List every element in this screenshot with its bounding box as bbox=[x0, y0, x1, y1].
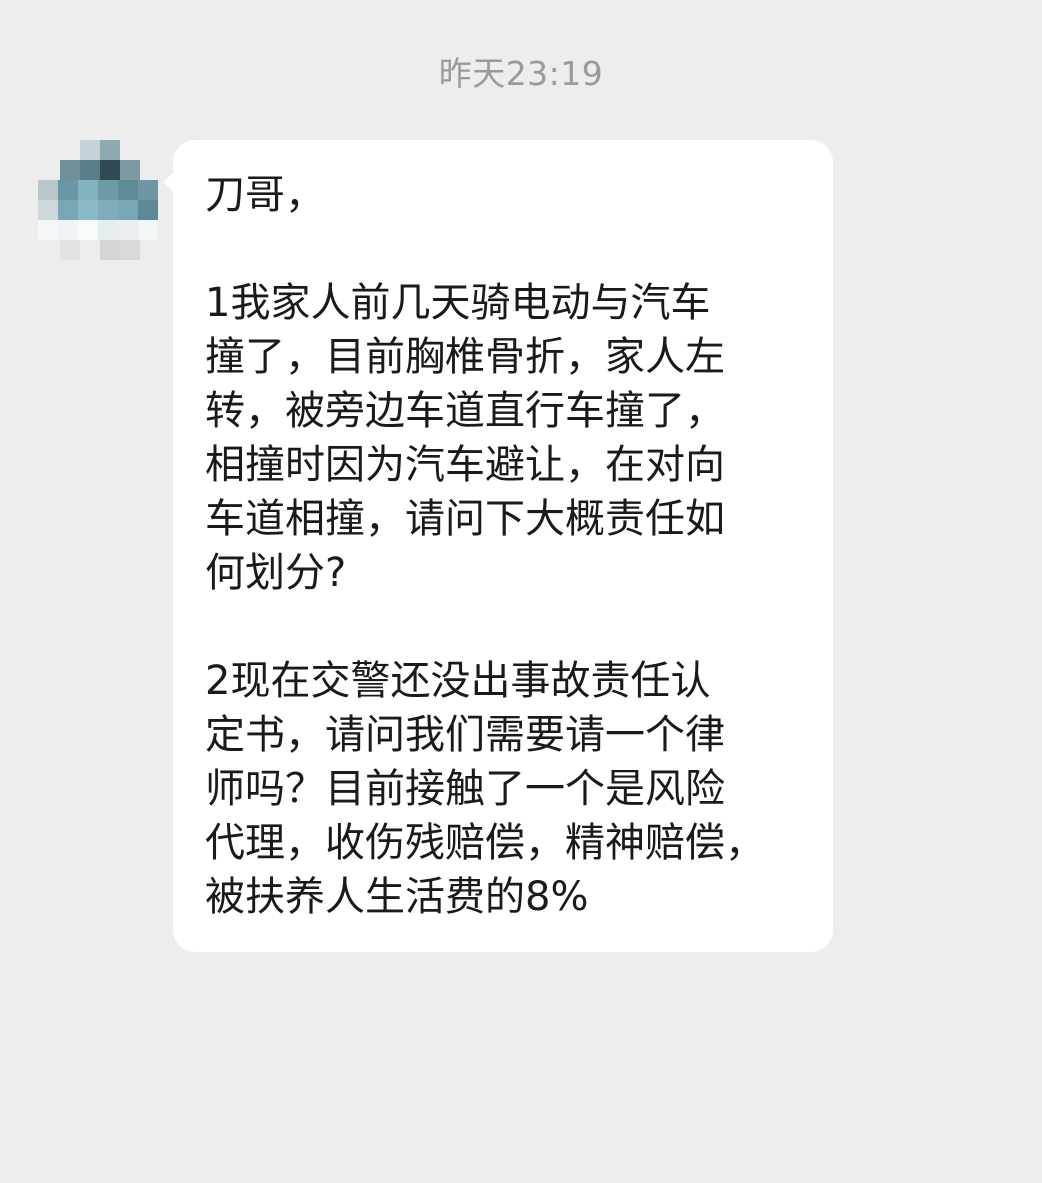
avatar-pixel bbox=[118, 180, 138, 200]
avatar-pixel bbox=[100, 160, 120, 180]
avatar-pixel bbox=[78, 220, 98, 240]
avatar-pixel bbox=[60, 160, 80, 180]
message-line: 定书，请问我们需要请一个律 bbox=[205, 712, 725, 758]
message-line: 代理，收伤残赔偿，精神赔偿， bbox=[205, 820, 765, 866]
avatar-pixel bbox=[138, 220, 158, 240]
message-bubble[interactable]: 刀哥， 1我家人前几天骑电动与汽车 撞了，目前胸椎骨折，家人左 转，被旁边车道直… bbox=[173, 140, 833, 952]
avatar-pixel bbox=[100, 240, 120, 260]
avatar-pixel bbox=[98, 200, 118, 220]
avatar-pixel bbox=[38, 180, 58, 200]
avatar-pixel bbox=[118, 220, 138, 240]
message-line: 何划分? bbox=[205, 550, 347, 596]
avatar-pixel bbox=[78, 200, 98, 220]
avatar-pixel bbox=[80, 140, 100, 160]
avatar-pixel bbox=[98, 180, 118, 200]
message-line: 转，被旁边车道直行车撞了， bbox=[205, 388, 725, 434]
avatar-pixel bbox=[120, 240, 140, 260]
message-line: 撞了，目前胸椎骨折，家人左 bbox=[205, 334, 725, 380]
avatar-pixel bbox=[138, 180, 158, 200]
message-line: 1我家人前几天骑电动与汽车 bbox=[205, 280, 711, 326]
avatar-pixel bbox=[60, 240, 80, 260]
avatar-pixel bbox=[80, 160, 100, 180]
avatar-pixel bbox=[78, 180, 98, 200]
message-line: 2现在交警还没出事故责任认 bbox=[205, 658, 711, 704]
avatar-pixel bbox=[58, 200, 78, 220]
avatar-pixel bbox=[118, 200, 138, 220]
avatar-pixel bbox=[120, 160, 140, 180]
message-line: 车道相撞，请问下大概责任如 bbox=[205, 496, 725, 542]
avatar-pixel bbox=[58, 180, 78, 200]
message-line: 相撞时因为汽车避让，在对向 bbox=[205, 442, 725, 488]
avatar-pixel bbox=[38, 200, 58, 220]
message-line: 师吗？目前接触了一个是风险 bbox=[205, 766, 725, 812]
avatar-pixel bbox=[58, 220, 78, 240]
avatar-pixel bbox=[98, 220, 118, 240]
message-line: 被扶养人生活费的8% bbox=[205, 874, 589, 920]
avatar-pixel bbox=[38, 220, 58, 240]
message-greeting: 刀哥， bbox=[205, 172, 325, 218]
avatar-pixel bbox=[138, 200, 158, 220]
message-timestamp: 昨天23:19 bbox=[438, 54, 604, 93]
avatar-pixel bbox=[100, 140, 120, 160]
sender-avatar[interactable] bbox=[38, 140, 160, 262]
